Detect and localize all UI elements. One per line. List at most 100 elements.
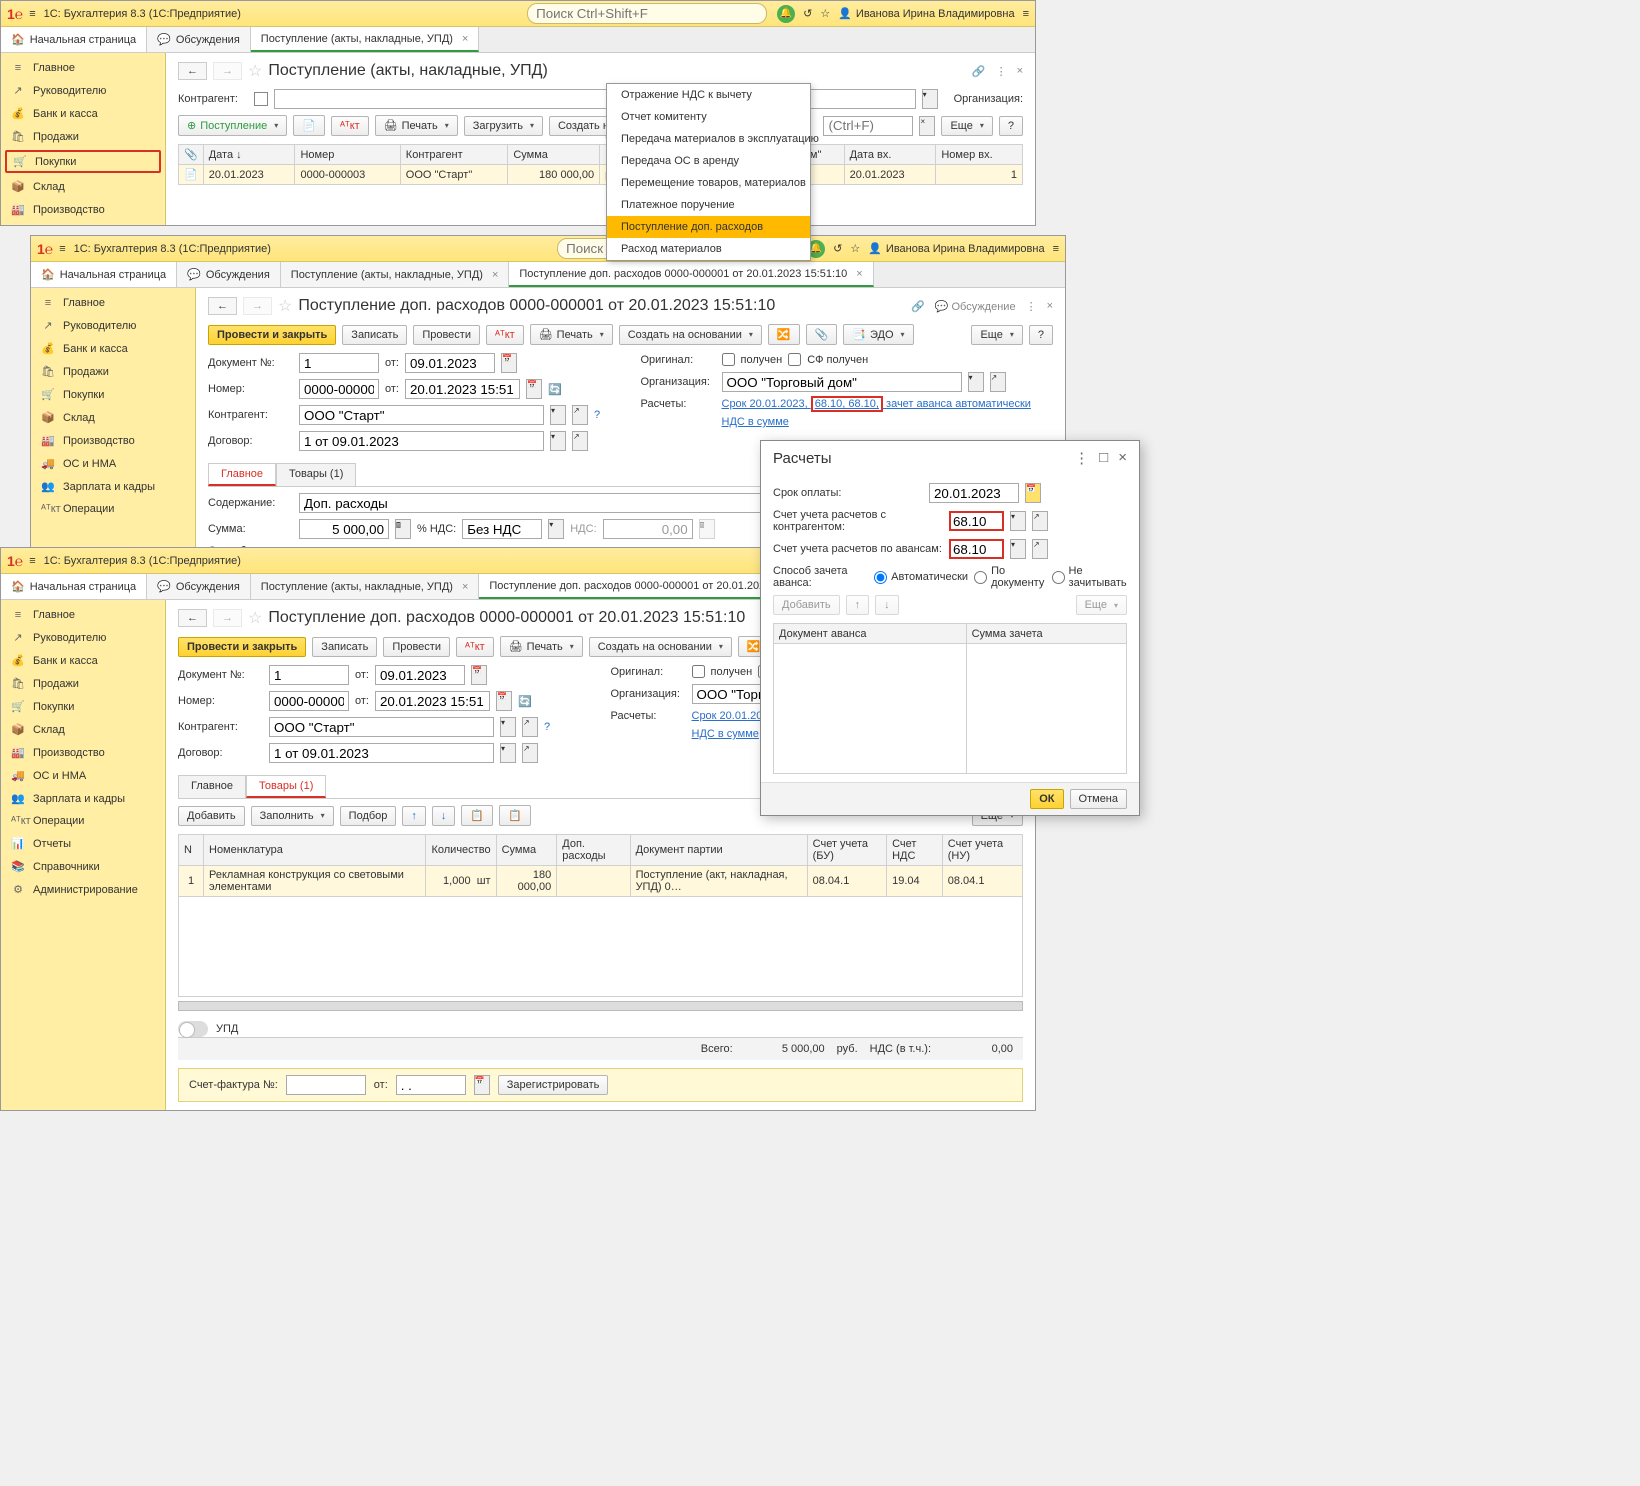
calendar-icon[interactable]: 📅 — [471, 665, 487, 685]
nav-warehouse[interactable]: 📦Склад — [1, 718, 165, 741]
nav-sales[interactable]: 🛍Продажи — [1, 125, 165, 148]
radio-auto[interactable]: Автоматически — [874, 571, 968, 584]
close-icon[interactable]: × — [1017, 65, 1023, 78]
radio-doc[interactable]: По документу — [974, 565, 1045, 589]
inner-tab-main[interactable]: Главное — [178, 775, 246, 798]
tab-discuss[interactable]: 💬Обсуждения — [147, 27, 251, 52]
help-button[interactable]: ? — [999, 116, 1023, 136]
user-menu[interactable]: 👤Иванова Ирина Владимировна — [868, 242, 1044, 255]
nav-production[interactable]: 🏭Производство — [31, 429, 195, 452]
calendar-icon[interactable]: 📅 — [1025, 483, 1041, 503]
nav-admin[interactable]: ⚙Администрирование — [1, 878, 165, 901]
print-button[interactable]: 🖨 Печать▾ — [500, 636, 583, 657]
vat-link[interactable]: НДС в сумме — [692, 728, 759, 740]
calc-link[interactable]: Срок 20.01.2023, 68.10, 68.10, зачет ава… — [722, 398, 1031, 410]
nav-production[interactable]: 🏭Производство — [1, 198, 165, 221]
more-button[interactable]: Еще▾ — [971, 325, 1022, 345]
help-button[interactable]: ? — [1029, 325, 1053, 345]
nav-fwd[interactable]: → — [213, 62, 242, 80]
tab-home[interactable]: 🏠Начальная страница — [1, 574, 147, 599]
close-icon[interactable]: × — [856, 268, 862, 280]
tab-discuss[interactable]: 💬Обсуждения — [177, 262, 281, 287]
sf-num-input[interactable] — [286, 1075, 366, 1095]
inner-tab-goods[interactable]: Товары (1) — [276, 463, 356, 486]
cp-open[interactable]: ↗ — [522, 717, 538, 737]
nav-refs[interactable]: 📚Справочники — [1, 855, 165, 878]
col-date[interactable]: Дата ↓ — [203, 145, 295, 165]
save-button[interactable]: Записать — [312, 637, 377, 657]
acc-cp-input[interactable] — [949, 511, 1004, 531]
nav-purchases[interactable]: 🛒Покупки — [31, 383, 195, 406]
inner-tab-main[interactable]: Главное — [208, 463, 276, 486]
star-icon[interactable]: ☆ — [850, 242, 860, 255]
close-icon[interactable]: × — [492, 269, 498, 281]
menu-icon[interactable]: ≡ — [59, 243, 65, 255]
tab-receipts[interactable]: Поступление (акты, накладные, УПД)× — [281, 262, 510, 287]
counterparty-dd[interactable]: ▾ — [922, 89, 938, 109]
vatpct-input[interactable] — [462, 519, 542, 539]
more-button[interactable]: Еще▾ — [941, 116, 992, 136]
contract-input[interactable] — [269, 743, 494, 763]
copy-button[interactable]: 📋 — [461, 805, 493, 826]
cp-dd[interactable]: ▾ — [500, 717, 516, 737]
paste-button[interactable]: 📋 — [499, 805, 531, 826]
nav-salary[interactable]: 👥Зарплата и кадры — [1, 787, 165, 810]
tab-receipts[interactable]: Поступление (акты, накладные, УПД)× — [251, 574, 480, 599]
numdate-input[interactable] — [375, 691, 490, 711]
acc-adv-dd[interactable]: ▾ — [1010, 539, 1026, 559]
create-based-button[interactable]: Создать на основании▾ — [589, 637, 732, 657]
nav-operations[interactable]: ᴬᵀктОперации — [31, 498, 195, 520]
clear-search[interactable]: × — [919, 116, 935, 136]
fill-button[interactable]: Заполнить▾ — [251, 806, 334, 826]
create-based-button[interactable]: Создать на основании▾ — [619, 325, 762, 345]
vatpct-dd[interactable]: ▾ — [548, 519, 564, 539]
help-icon[interactable]: ? — [594, 409, 600, 421]
org-input[interactable] — [722, 372, 962, 392]
menu-item[interactable]: Платежное поручение — [607, 194, 810, 216]
radio-none[interactable]: Не зачитывать — [1052, 565, 1127, 589]
print-button[interactable]: 🖨 Печать▾ — [375, 115, 458, 136]
nav-os[interactable]: 🚚ОС и НМА — [31, 452, 195, 475]
contract-dd[interactable]: ▾ — [500, 743, 516, 763]
attach-button[interactable]: 📎 — [806, 324, 838, 345]
nav-sales[interactable]: 🛍Продажи — [31, 360, 195, 383]
up-button[interactable]: ↑ — [402, 806, 426, 826]
received-check[interactable] — [692, 665, 705, 678]
docnum-input[interactable] — [269, 665, 349, 685]
contract-open[interactable]: ↗ — [572, 431, 588, 451]
nav-bank[interactable]: 💰Банк и касса — [31, 337, 195, 360]
link-icon[interactable]: 🔗 — [972, 65, 986, 78]
nav-bank[interactable]: 💰Банк и касса — [1, 102, 165, 125]
nav-main[interactable]: ≡Главное — [1, 604, 165, 626]
post-close-button[interactable]: Провести и закрыть — [208, 325, 336, 345]
menu-item[interactable]: Передача материалов в эксплуатацию — [607, 128, 810, 150]
received-check[interactable] — [722, 353, 735, 366]
table-row[interactable]: 1 Рекламная конструкция со световыми эле… — [179, 866, 1023, 897]
cp-dd[interactable]: ▾ — [550, 405, 566, 425]
nav-warehouse[interactable]: 📦Склад — [31, 406, 195, 429]
cancel-button[interactable]: Отмена — [1070, 789, 1127, 809]
copy-button[interactable]: 📄 — [293, 115, 325, 136]
close-icon[interactable]: × — [462, 581, 468, 593]
inner-tab-goods[interactable]: Товары (1) — [246, 775, 326, 798]
add-button[interactable]: Добавить — [178, 806, 245, 826]
bell-icon[interactable]: 🔔 — [777, 5, 795, 23]
nav-reports[interactable]: 📊Отчеты — [1, 832, 165, 855]
struct-button[interactable]: 🔀 — [768, 324, 800, 345]
nav-purchases[interactable]: 🛒Покупки — [5, 150, 161, 173]
org-dd[interactable]: ▾ — [968, 372, 984, 392]
col-din[interactable]: Дата вх. — [844, 145, 936, 165]
tab-discuss[interactable]: 💬Обсуждения — [147, 574, 251, 599]
calc-icon[interactable]: 🖩 — [395, 519, 411, 539]
post-button[interactable]: Провести — [383, 637, 450, 657]
nav-back[interactable]: ← — [178, 609, 207, 627]
maximize-icon[interactable]: □ — [1099, 449, 1108, 467]
col-cp[interactable]: Контрагент — [400, 145, 508, 165]
menu-item[interactable]: Отчет комитенту — [607, 106, 810, 128]
refresh-icon[interactable]: 🔄 — [548, 383, 562, 396]
history-icon[interactable]: ↺ — [833, 242, 842, 255]
counterparty-input[interactable] — [274, 89, 916, 109]
tab-receipts[interactable]: Поступление (акты, накладные, УПД)× — [251, 27, 480, 52]
down-button[interactable]: ↓ — [432, 806, 456, 826]
settings-icon[interactable]: ≡ — [1023, 8, 1029, 20]
